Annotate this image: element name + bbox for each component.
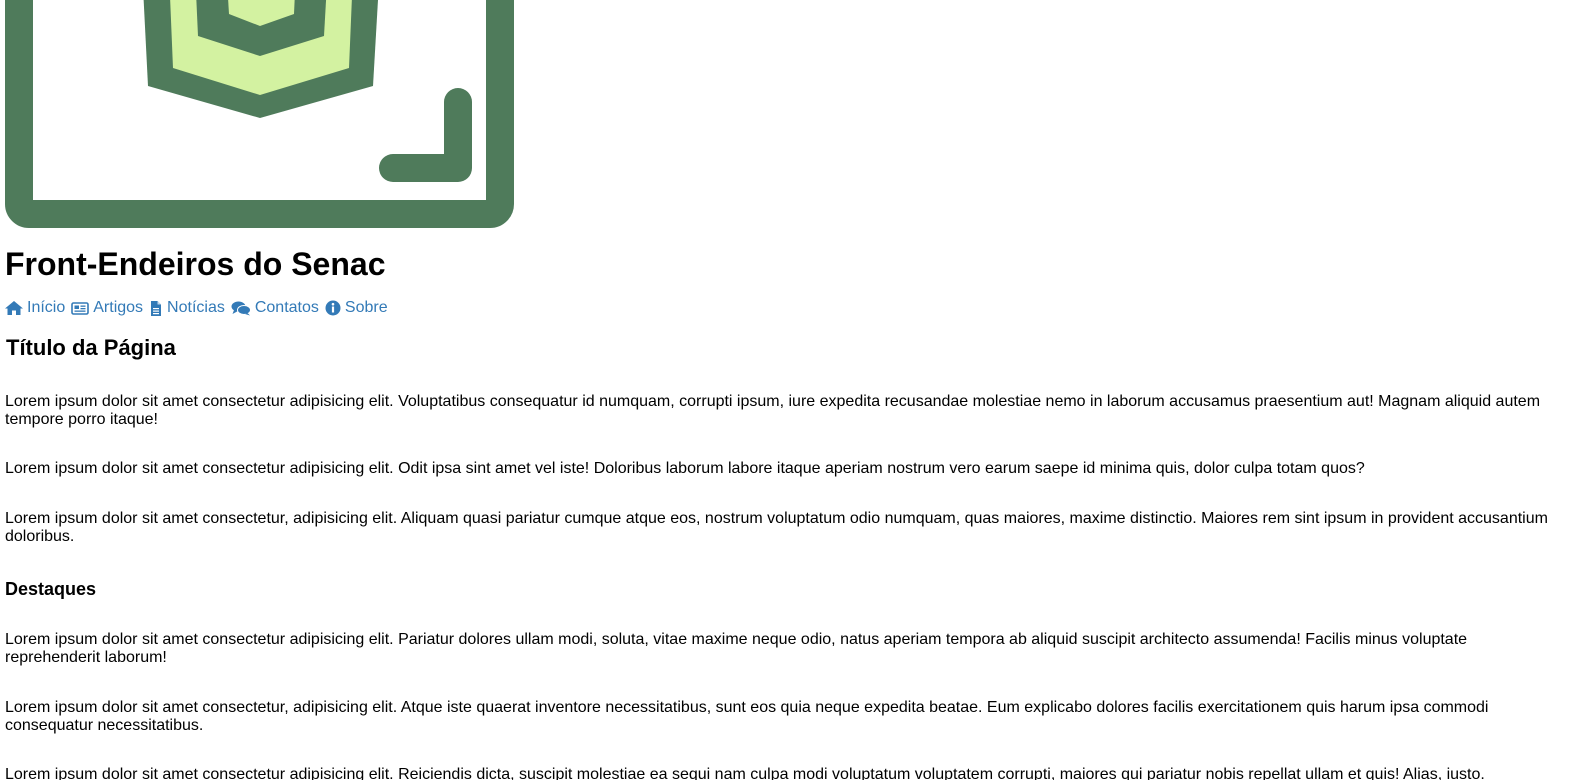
main-nav: Início Artigos Notícias Contatos Sobre [5,298,394,318]
nav-link-sobre[interactable]: Sobre [325,299,388,317]
nav-link-label: Sobre [344,299,388,316]
comments-icon [231,301,251,315]
highlight-paragraph: Lorem ipsum dolor sit amet consectetur, … [5,699,1489,734]
intro-paragraph: Lorem ipsum dolor sit amet consectetur a… [5,393,1541,428]
nav-link-inicio[interactable]: Início [5,299,65,317]
home-icon [5,301,23,315]
highlight-paragraph: Lorem ipsum dolor sit amet consectetur a… [5,631,1468,666]
nav-link-label: Notícias [167,299,225,316]
site-logo [5,0,514,228]
nav-link-label: Início [27,299,66,316]
highlight-paragraph: Lorem ipsum dolor sit amet consectetur a… [5,766,1485,780]
nav-link-artigos[interactable]: Artigos [71,299,143,317]
nav-link-contatos[interactable]: Contatos [231,299,319,317]
page-title: Título da Página [6,335,176,360]
nav-link-noticias[interactable]: Notícias [149,299,225,317]
intro-paragraph: Lorem ipsum dolor sit amet consectetur a… [5,460,1365,477]
logo-corner-mark [379,88,472,182]
nav-link-label: Artigos [93,299,144,316]
info-icon [325,300,341,316]
newspaper-icon [71,301,90,315]
highlights-heading: Destaques [5,579,97,599]
site-title: Front-Endeiros do Senac [5,246,386,282]
page: Front-Endeiros do Senac Início Artigos N… [0,0,1578,780]
nav-link-label: Contatos [254,299,319,316]
intro-paragraph: Lorem ipsum dolor sit amet consectetur, … [5,510,1548,545]
document-icon [151,300,162,316]
